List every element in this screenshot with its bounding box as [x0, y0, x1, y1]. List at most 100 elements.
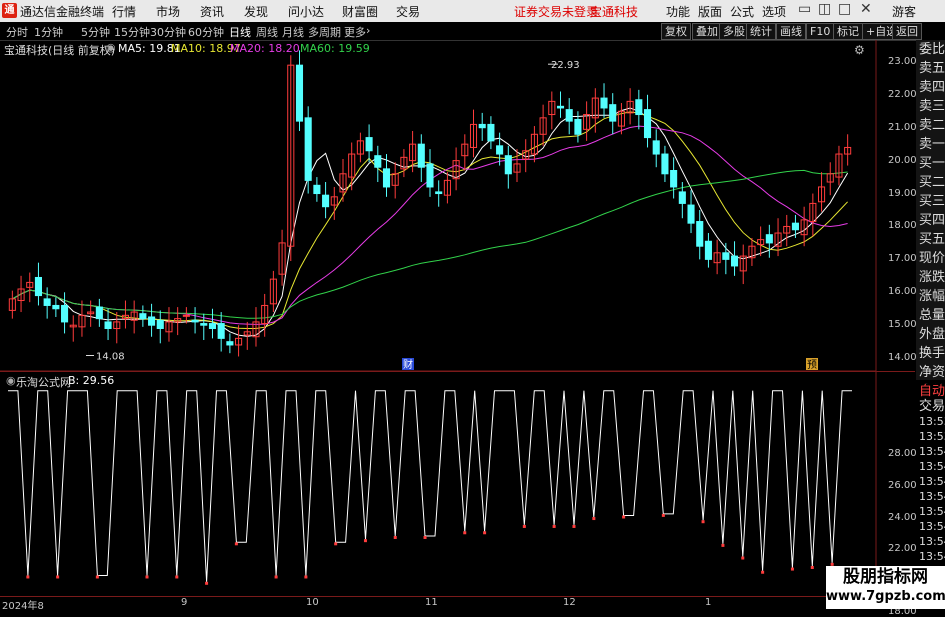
price-tick: 14.00	[888, 352, 917, 364]
huaxian-button[interactable]: 画线	[776, 23, 806, 40]
close-icon[interactable]: ✕	[860, 1, 872, 17]
menu-gongneng[interactable]: 功能	[666, 3, 690, 20]
biaoji-button[interactable]: 标记	[833, 23, 863, 40]
duogu-button[interactable]: 多股	[719, 23, 749, 40]
side-item[interactable]: 买一	[916, 154, 945, 173]
price-tick: 20.00	[888, 154, 917, 166]
period-daily[interactable]: 日线	[229, 24, 251, 40]
menu-shichang[interactable]: 市场	[156, 3, 180, 20]
tick-item[interactable]: 13:54	[916, 534, 945, 549]
side-item[interactable]: 现价	[916, 249, 945, 268]
app-logo-icon: 通	[2, 3, 17, 18]
tick-item[interactable]: 13:54	[916, 504, 945, 519]
candle-body	[791, 222, 799, 231]
candle-body	[478, 123, 486, 129]
candle-body	[104, 321, 112, 329]
side-item[interactable]: 总量	[916, 306, 945, 325]
side-item[interactable]: 卖一	[916, 135, 945, 154]
period-15min[interactable]: 15分钟	[114, 24, 150, 40]
tick-item[interactable]: 13:54	[916, 474, 945, 489]
side-item[interactable]: 卖五	[916, 59, 945, 78]
side-item[interactable]: 换手	[916, 344, 945, 363]
menu-wenxiaoda[interactable]: 问小达	[288, 3, 324, 20]
sub-low-marker	[483, 531, 487, 535]
period-5min[interactable]: 5分钟	[81, 24, 110, 40]
tick-item[interactable]: 13:53	[916, 429, 945, 444]
sub-low-marker	[145, 575, 149, 579]
maximize-icon[interactable]: □	[838, 1, 851, 17]
side-item[interactable]: 卖三	[916, 97, 945, 116]
candle-body	[313, 184, 321, 195]
menu-banmian[interactable]: 版面	[698, 3, 722, 20]
candle-body	[504, 155, 512, 175]
menu-xuanxiang[interactable]: 选项	[762, 3, 786, 20]
stock-name-link[interactable]: 宝通科技	[590, 3, 638, 20]
period-fenshi[interactable]: 分时	[6, 24, 28, 40]
menu-zixun[interactable]: 资讯	[200, 3, 224, 20]
tick-item[interactable]: 13:54	[916, 459, 945, 474]
restore-icon[interactable]: ◫	[818, 1, 831, 17]
candle-body	[556, 105, 565, 109]
kline-chart-area[interactable]: 22.93 14.08 财 预	[0, 40, 915, 600]
sub-low-marker	[741, 556, 745, 560]
finance-marker: 财	[403, 358, 413, 371]
tick-item[interactable]: 自动	[916, 384, 945, 399]
menu-gongshi[interactable]: 公式	[730, 3, 754, 20]
period-1min[interactable]: 1分钟	[34, 24, 63, 40]
side-item[interactable]: 涨跌	[916, 268, 945, 287]
price-tick: 17.00	[888, 253, 917, 265]
side-item[interactable]: 委比	[916, 40, 945, 59]
candle-body	[687, 204, 695, 224]
candle-body	[609, 104, 617, 122]
sub-low-marker	[205, 581, 209, 585]
tick-item[interactable]: 13:53	[916, 414, 945, 429]
tick-side-panel: 自动交易13:5313:5313:5413:5413:5413:5413:541…	[916, 384, 945, 596]
side-item[interactable]: 净资	[916, 363, 945, 382]
side-item[interactable]: 买三	[916, 192, 945, 211]
pane-divider[interactable]	[0, 371, 915, 372]
sub-low-marker	[810, 566, 814, 569]
period-multi[interactable]: 多周期	[308, 24, 341, 40]
side-item[interactable]: 买二	[916, 173, 945, 192]
candle-body	[426, 163, 434, 188]
sub-low-marker	[363, 539, 367, 543]
minimize-icon[interactable]: ▭	[798, 1, 811, 17]
period-30min[interactable]: 30分钟	[150, 24, 186, 40]
watermark-url: www.7gpzb.com	[826, 589, 945, 604]
sub-low-marker	[423, 536, 427, 539]
guest-button[interactable]: 游客	[892, 3, 916, 20]
period-60min[interactable]: 60分钟	[188, 24, 224, 40]
menu-caifuquan[interactable]: 财富圈	[342, 3, 378, 20]
ma5-line	[12, 107, 849, 337]
back-button[interactable]: 返回	[892, 23, 922, 40]
sub-tick: 22.00	[888, 543, 917, 555]
period-weekly[interactable]: 周线	[256, 24, 278, 40]
menu-faxian[interactable]: 发现	[244, 3, 268, 20]
candle-body	[670, 170, 678, 188]
trade-login-status[interactable]: 证券交易未登录	[514, 3, 598, 20]
diejia-button[interactable]: 叠加	[692, 23, 722, 40]
side-item[interactable]: 买四	[916, 211, 945, 230]
side-item[interactable]: 外盘	[916, 325, 945, 344]
tick-item[interactable]: 13:54	[916, 519, 945, 534]
side-item[interactable]: 买五	[916, 230, 945, 249]
more-chevron-icon[interactable]: ›	[366, 24, 370, 37]
tick-item[interactable]: 13:54	[916, 444, 945, 459]
fuquan-button[interactable]: 复权	[661, 23, 691, 40]
side-item[interactable]: 卖二	[916, 116, 945, 135]
sub-low-marker	[334, 542, 338, 546]
menu-jiaoyi[interactable]: 交易	[396, 3, 420, 20]
period-more[interactable]: 更多	[344, 24, 366, 40]
sub-collapse-icon[interactable]: ◉	[6, 374, 16, 387]
tick-item[interactable]: 13:54	[916, 549, 945, 564]
tongji-button[interactable]: 统计	[746, 23, 776, 40]
side-item[interactable]: 涨幅	[916, 287, 945, 306]
period-monthly[interactable]: 月线	[282, 24, 304, 40]
side-item[interactable]: 卖四	[916, 78, 945, 97]
sub-low-marker	[572, 524, 576, 528]
candle-body	[200, 323, 208, 326]
menu-hangqing[interactable]: 行情	[112, 3, 136, 20]
f10-button[interactable]: F10	[806, 23, 835, 40]
tick-item[interactable]: 交易	[916, 399, 945, 414]
tick-item[interactable]: 13:54	[916, 489, 945, 504]
